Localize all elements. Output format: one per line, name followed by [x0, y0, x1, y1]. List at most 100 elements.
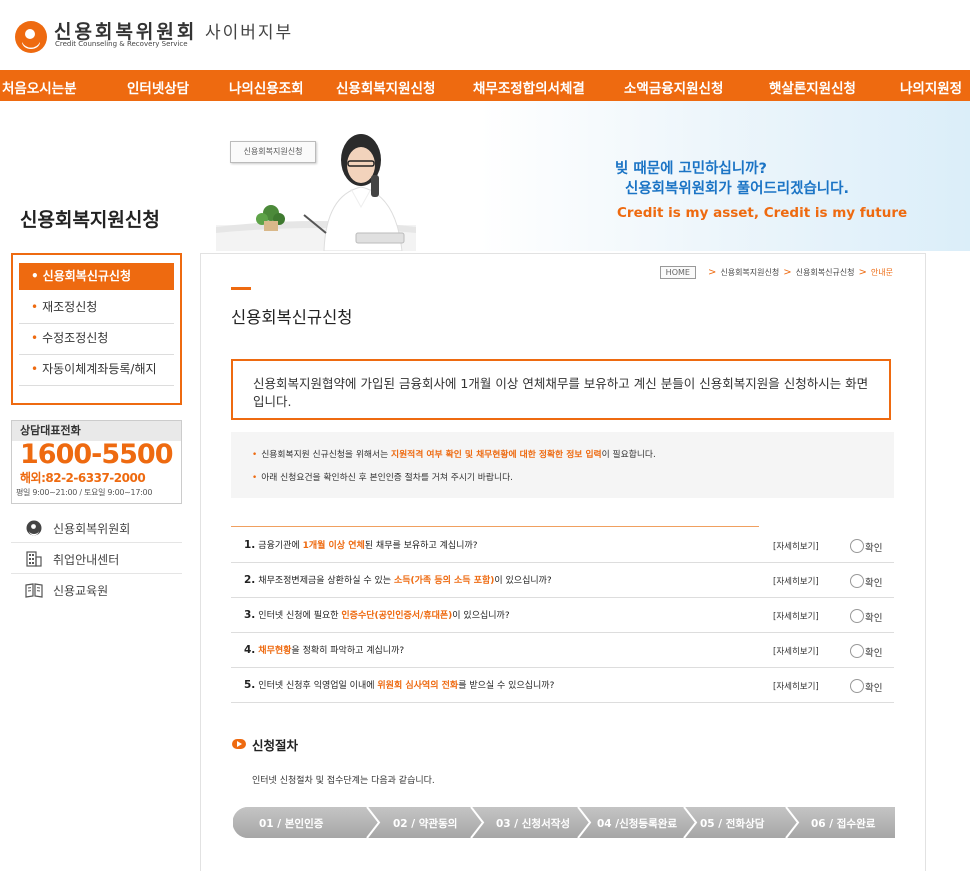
step-6: 06 / 접수완료: [811, 818, 876, 830]
sidebar-item-readjustment[interactable]: • 재조정신청: [19, 294, 174, 321]
breadcrumb-current: 안내문: [870, 268, 893, 277]
confirm-label: 확인: [865, 683, 883, 694]
hotline-number: 1600-5500: [20, 439, 173, 470]
nav-item-recovery-apply[interactable]: 신용회복지원신청: [336, 77, 435, 97]
chevron-right-icon: >: [707, 267, 717, 278]
notice-row: • 신용회복지원 신규신청을 위해서는 지원적격 여부 확인 및 채무현황에 대한…: [252, 447, 656, 460]
confirm-label: 확인: [865, 578, 883, 589]
sidebar-item-auto-transfer[interactable]: • 자동이체계좌등록/해지: [19, 356, 174, 383]
question-text: 3. 인터넷 신청에 필요한 인증수단(공인인증서/휴대폰)이 있으십니까?: [244, 608, 510, 621]
section-title: 신용회복지원신청: [20, 209, 160, 231]
question-row: 2. 채무조정변제금을 상환하실 수 있는 소득(가족 등의 소득 포함)이 있으…: [231, 563, 894, 598]
sidebar-menu: • 신용회복신규신청 • 재조정신청 • 수정조정신청 • 자동이체계좌등록/해지: [11, 253, 182, 405]
step-3: 03 / 신청서작성: [496, 818, 571, 830]
nav-item-online-consult[interactable]: 인터넷상담: [127, 77, 189, 97]
question-number: 1.: [244, 539, 256, 551]
detail-link[interactable]: [자세히보기]: [773, 575, 819, 587]
content-panel: HOME > 신용회복지원신청 > 신용회복신규신청 > 안내문 신용회복신규신…: [200, 253, 926, 871]
divider: [11, 573, 182, 574]
hotline-hours: 평일 9:00~21:00 / 토요일 9:00~17:00: [16, 488, 153, 497]
link-ccrs[interactable]: 신용회복위원회: [25, 518, 180, 540]
main-nav: 처음오시는분 인터넷상담 나의신용조회 신용회복지원신청 채무조정합의서체결 소…: [0, 70, 970, 101]
notice-text: 아래 신청요건을 확인하신 후 본인인증 절차를 거쳐 주시기 바랍니다.: [261, 473, 513, 483]
question-highlight: 소득(가족 등의 소득 포함): [393, 576, 495, 586]
nav-item-sunshine-loan[interactable]: 햇살론지원신청: [769, 77, 856, 97]
question-part: 된 채무를 보유하고 계십니까?: [364, 541, 478, 551]
question-row: 4. 채무현황을 정확히 파악하고 계십니까? [자세히보기] 확인: [231, 633, 894, 668]
divider: [19, 354, 174, 355]
divider: [19, 323, 174, 324]
question-part: 채무조정변제금을 상환하실 수 있는: [258, 576, 394, 586]
question-text: 2. 채무조정변제금을 상환하실 수 있는 소득(가족 등의 소득 포함)이 있으…: [244, 573, 552, 586]
confirm-radio[interactable]: [850, 539, 864, 553]
link-credit-education[interactable]: 신용교육원: [25, 580, 180, 602]
banner-slogan-en: Credit is my asset, Credit is my future: [617, 205, 908, 221]
divider: [231, 526, 759, 527]
question-part: 인터넷 신청후 익영업일 이내에: [258, 681, 378, 691]
breadcrumb-item[interactable]: 신용회복지원신청: [720, 267, 779, 278]
nav-item-debt-agreement[interactable]: 채무조정합의서체결: [473, 77, 585, 97]
detail-link[interactable]: [자세히보기]: [773, 540, 819, 552]
question-text: 4. 채무현황을 정확히 파악하고 계십니까?: [244, 643, 404, 656]
logo-subtitle-en: Credit Counseling & Recovery Service: [55, 40, 188, 48]
process-title: 신청절차: [252, 738, 299, 753]
breadcrumb-home[interactable]: HOME: [659, 266, 696, 279]
bullet-icon: •: [31, 331, 39, 345]
bullet-icon: •: [31, 300, 39, 314]
question-part: 인터넷 신청에 필요한: [258, 611, 342, 621]
link-employment-center[interactable]: 취업안내센터: [25, 549, 180, 571]
site-branch-title: 사이버지부: [205, 23, 294, 43]
sidebar-item-new-application[interactable]: • 신용회복신규신청: [19, 263, 174, 290]
confirm-radio[interactable]: [850, 609, 864, 623]
question-part: 을 정확히 파악하고 계십니까?: [291, 646, 405, 656]
confirm-label: 확인: [865, 648, 883, 659]
link-label: 신용교육원: [53, 584, 109, 598]
play-bullet-icon: [232, 739, 246, 749]
question-part: 이 있으십니까?: [494, 576, 552, 586]
sidebar-item-modified-adjustment[interactable]: • 수정조정신청: [19, 325, 174, 352]
step-4: 04 /신청등록완료: [597, 818, 678, 830]
chevron-right-icon: >: [783, 267, 792, 278]
question-highlight: 1개월 이상 연체: [302, 541, 365, 551]
notice-text: 신용회복지원 신규신청을 위해서는: [261, 450, 391, 460]
sidebar-item-label: 수정조정신청: [42, 331, 109, 345]
notice-row: • 아래 신청요건을 확인하신 후 본인인증 절차를 거쳐 주시기 바랍니다.: [252, 470, 513, 483]
hotline-box: 상담대표전화 1600-5500 해외:82-2-6337-2000 평일 9:…: [11, 420, 182, 504]
process-description: 인터넷 신청절차 및 접수단계는 다음과 같습니다.: [252, 776, 435, 786]
header: 신용회복위원회 Credit Counseling & Recovery Ser…: [0, 0, 970, 70]
detail-link[interactable]: [자세히보기]: [773, 610, 819, 622]
sidebar-item-label: 자동이체계좌등록/해지: [42, 362, 157, 376]
hotline-title: 상담대표전화: [12, 421, 181, 441]
question-number: 5.: [244, 679, 256, 691]
intro-text: 신용회복지원협약에 가입된 금융회사에 1개월 이상 연체채무를 보유하고 계신…: [253, 376, 869, 409]
notice-highlight: 지원적격 여부 확인 및 채무현황에 대한 정확한 정보 입력: [391, 450, 602, 460]
divider: [19, 385, 174, 386]
question-highlight: 채무현황: [258, 646, 292, 656]
nav-item-credit-inquiry[interactable]: 나의신용조회: [229, 77, 304, 97]
nav-item-microfinance[interactable]: 소액금융지원신청: [624, 77, 723, 97]
bullet-icon: •: [252, 473, 258, 483]
consultant-illustration: [216, 134, 416, 251]
confirm-radio[interactable]: [850, 574, 864, 588]
sidebar-item-label: 재조정신청: [42, 300, 98, 314]
detail-link[interactable]: [자세히보기]: [773, 680, 819, 692]
confirm-label: 확인: [865, 543, 883, 554]
breadcrumb-item[interactable]: 신용회복신규신청: [796, 267, 855, 278]
hotline-intl-number: 해외:82-2-6337-2000: [20, 471, 146, 485]
divider: [11, 542, 182, 543]
question-number: 3.: [244, 609, 256, 621]
chevron-right-icon: >: [858, 267, 867, 278]
step-5: 05 / 전화상담: [700, 818, 765, 830]
building-icon: [26, 551, 42, 567]
step-2: 02 / 약관동의: [393, 818, 458, 830]
nav-item-first-visit[interactable]: 처음오시는분: [2, 77, 77, 97]
question-highlight: 위원회 심사역의 전화: [377, 681, 459, 691]
banner-slogan-2: 신용회복위원회가 풀어드리겠습니다.: [625, 181, 849, 197]
nav-item-my-support[interactable]: 나의지원정: [900, 77, 962, 97]
confirm-radio[interactable]: [850, 679, 864, 693]
link-label: 신용회복위원회: [53, 522, 131, 536]
detail-link[interactable]: [자세히보기]: [773, 645, 819, 657]
ccrs-logo-icon[interactable]: [14, 20, 48, 54]
step-1: 01 / 본인인증: [259, 818, 324, 830]
confirm-radio[interactable]: [850, 644, 864, 658]
